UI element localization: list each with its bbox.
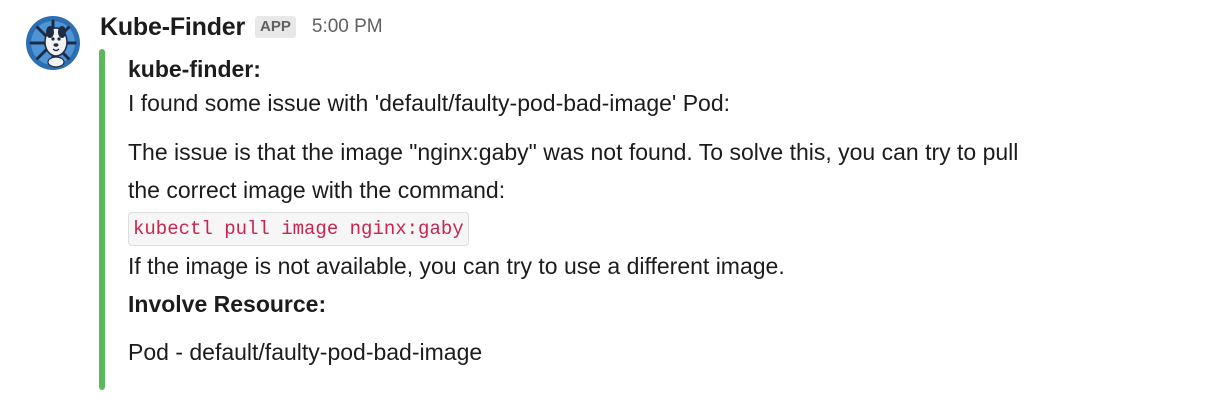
message-header: Kube-Finder APP 5:00 PM [100,10,383,44]
bot-label: kube-finder: [128,56,261,82]
resource-value: Pod - default/faulty-pod-bad-image [128,339,483,365]
issue-summary: I found some issue with 'default/faulty-… [128,90,731,116]
attachment-color-bar [99,49,105,390]
fallback-suggestion: If the image is not available, you can t… [128,253,785,279]
command-code-snippet[interactable]: kubectl pull image nginx:gaby [128,212,469,246]
issue-line-1: The issue is that the image "nginx:gaby"… [128,139,1019,165]
kubernetes-dog-avatar-icon [26,16,80,70]
message-timestamp[interactable]: 5:00 PM [312,16,383,38]
attachment-body: kube-finder: I found some issue with 'de… [128,52,1208,369]
chat-message: Kube-Finder APP 5:00 PM kube-finder: I f… [0,0,1230,408]
app-badge: APP [255,16,296,38]
resource-heading: Involve Resource: [128,291,327,317]
issue-description: The issue is that the image "nginx:gaby"… [128,133,1208,209]
sender-name[interactable]: Kube-Finder [100,13,245,42]
bot-avatar[interactable] [24,14,82,72]
issue-line-2: the correct image with the command: [128,177,506,203]
